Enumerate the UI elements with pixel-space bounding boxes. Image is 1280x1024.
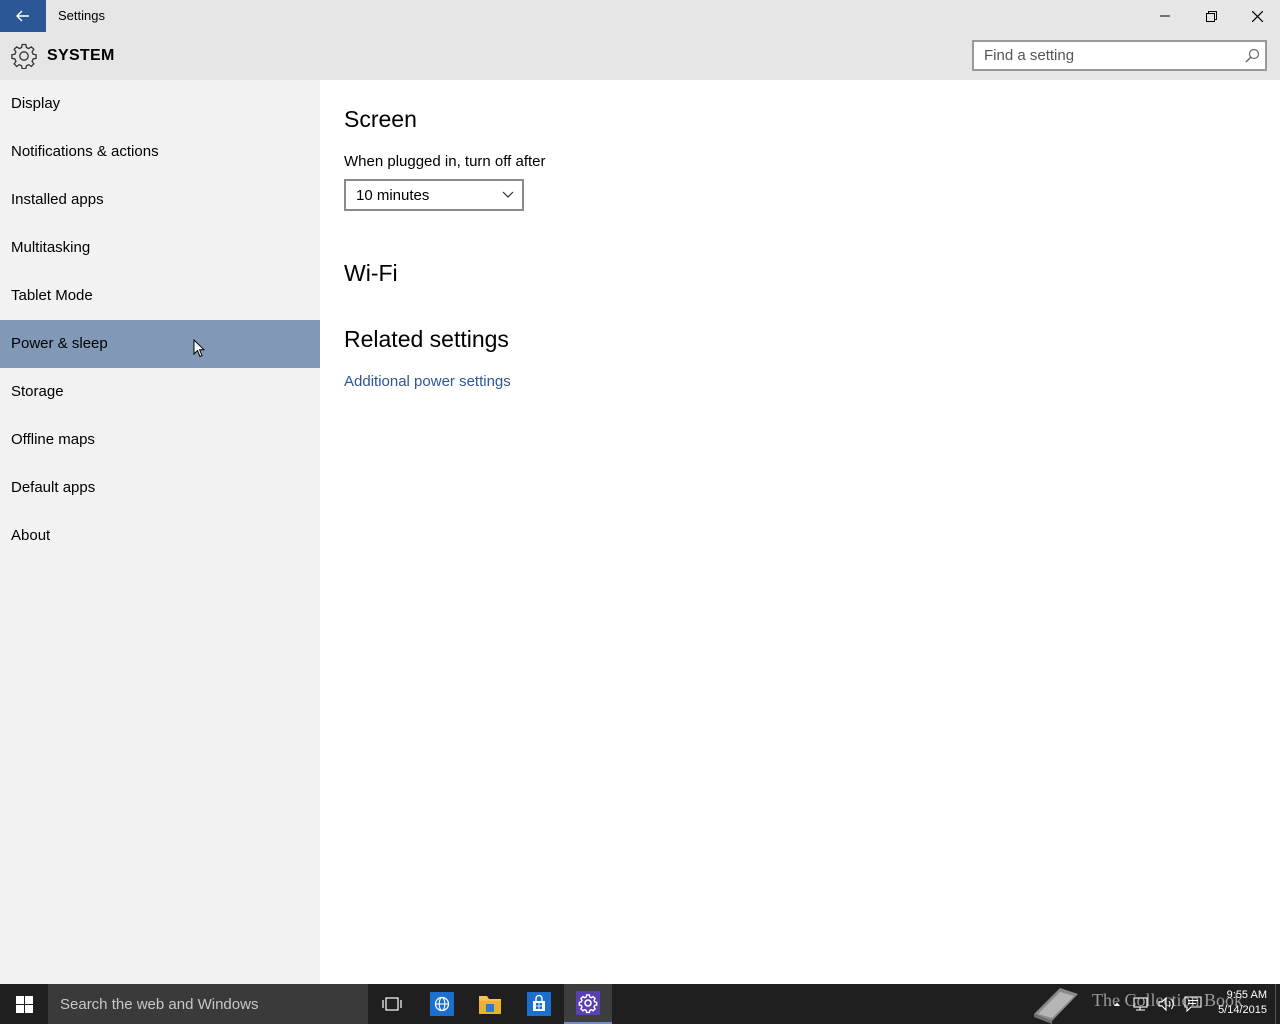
network-button[interactable]	[1130, 984, 1154, 1024]
section-title: SYSTEM	[47, 47, 115, 64]
volume-button[interactable]	[1155, 984, 1179, 1024]
task-view-icon	[382, 997, 402, 1011]
wifi-heading: Wi-Fi	[344, 260, 398, 286]
chevron-up-icon	[1114, 1002, 1120, 1006]
task-view-button[interactable]	[368, 984, 416, 1024]
settings-header: SYSTEM	[0, 32, 1280, 80]
taskbar-browser-button[interactable]	[418, 984, 466, 1024]
settings-gear-icon	[576, 991, 600, 1015]
volume-icon	[1158, 996, 1174, 1012]
sidebar-item-offline-maps[interactable]: Offline maps	[0, 416, 320, 464]
back-button[interactable]	[0, 0, 46, 32]
windows-logo-icon	[15, 995, 33, 1013]
show-hidden-icons-button[interactable]	[1105, 984, 1129, 1024]
start-button[interactable]	[0, 984, 48, 1024]
show-desktop-button[interactable]	[1275, 984, 1280, 1024]
sidebar-item-installed-apps[interactable]: Installed apps	[0, 176, 320, 224]
search-box[interactable]	[972, 40, 1267, 71]
store-button[interactable]	[515, 984, 563, 1024]
sidebar: Display Notifications & actions Installe…	[0, 80, 320, 984]
sidebar-item-default-apps[interactable]: Default apps	[0, 464, 320, 512]
close-icon	[1251, 10, 1263, 22]
folder-icon	[479, 996, 501, 1014]
restore-button[interactable]	[1188, 0, 1234, 32]
chevron-down-icon	[502, 191, 514, 198]
book-logo-icon	[1034, 988, 1078, 1024]
clock-time: 9:55 AM	[1226, 989, 1267, 1001]
taskbar: Search the web and Windows The Collectio…	[0, 984, 1280, 1024]
message-icon	[1184, 996, 1202, 1012]
taskbar-search-placeholder: Search the web and Windows	[60, 996, 259, 1013]
dropdown-value: 10 minutes	[356, 187, 430, 204]
screen-timeout-dropdown[interactable]: 10 minutes	[344, 179, 524, 211]
window-title: Settings	[58, 8, 105, 23]
sidebar-item-storage[interactable]: Storage	[0, 368, 320, 416]
search-input[interactable]	[974, 42, 1234, 69]
minimize-icon	[1160, 15, 1170, 17]
gear-icon	[11, 43, 37, 69]
minimize-button[interactable]	[1142, 0, 1188, 32]
sidebar-item-notifications[interactable]: Notifications & actions	[0, 128, 320, 176]
sidebar-item-tablet-mode[interactable]: Tablet Mode	[0, 272, 320, 320]
restore-icon	[1205, 10, 1217, 22]
settings-taskbar-button[interactable]	[564, 984, 612, 1024]
plugged-in-label: When plugged in, turn off after	[344, 153, 546, 170]
store-icon	[527, 992, 551, 1016]
file-explorer-button[interactable]	[466, 984, 514, 1024]
related-settings-heading: Related settings	[344, 326, 509, 352]
search-icon[interactable]	[1245, 48, 1260, 63]
clock-date: 5/14/2015	[1218, 1004, 1267, 1016]
network-icon	[1133, 997, 1148, 1011]
browser-icon	[430, 992, 454, 1016]
close-button[interactable]	[1234, 0, 1280, 32]
title-bar: Settings	[0, 0, 1280, 32]
sidebar-item-about[interactable]: About	[0, 512, 320, 560]
sidebar-item-power-sleep[interactable]: Power & sleep	[0, 320, 320, 368]
back-arrow-icon	[16, 10, 29, 22]
main-content: Screen When plugged in, turn off after 1…	[320, 80, 1280, 984]
sidebar-item-multitasking[interactable]: Multitasking	[0, 224, 320, 272]
sidebar-item-display[interactable]: Display	[0, 80, 320, 128]
taskbar-search-box[interactable]: Search the web and Windows	[48, 984, 368, 1024]
screen-heading: Screen	[344, 106, 417, 132]
taskbar-clock[interactable]: 9:55 AM 5/14/2015	[1205, 988, 1267, 1018]
additional-power-settings-link[interactable]: Additional power settings	[344, 373, 511, 390]
action-center-button[interactable]	[1181, 984, 1205, 1024]
